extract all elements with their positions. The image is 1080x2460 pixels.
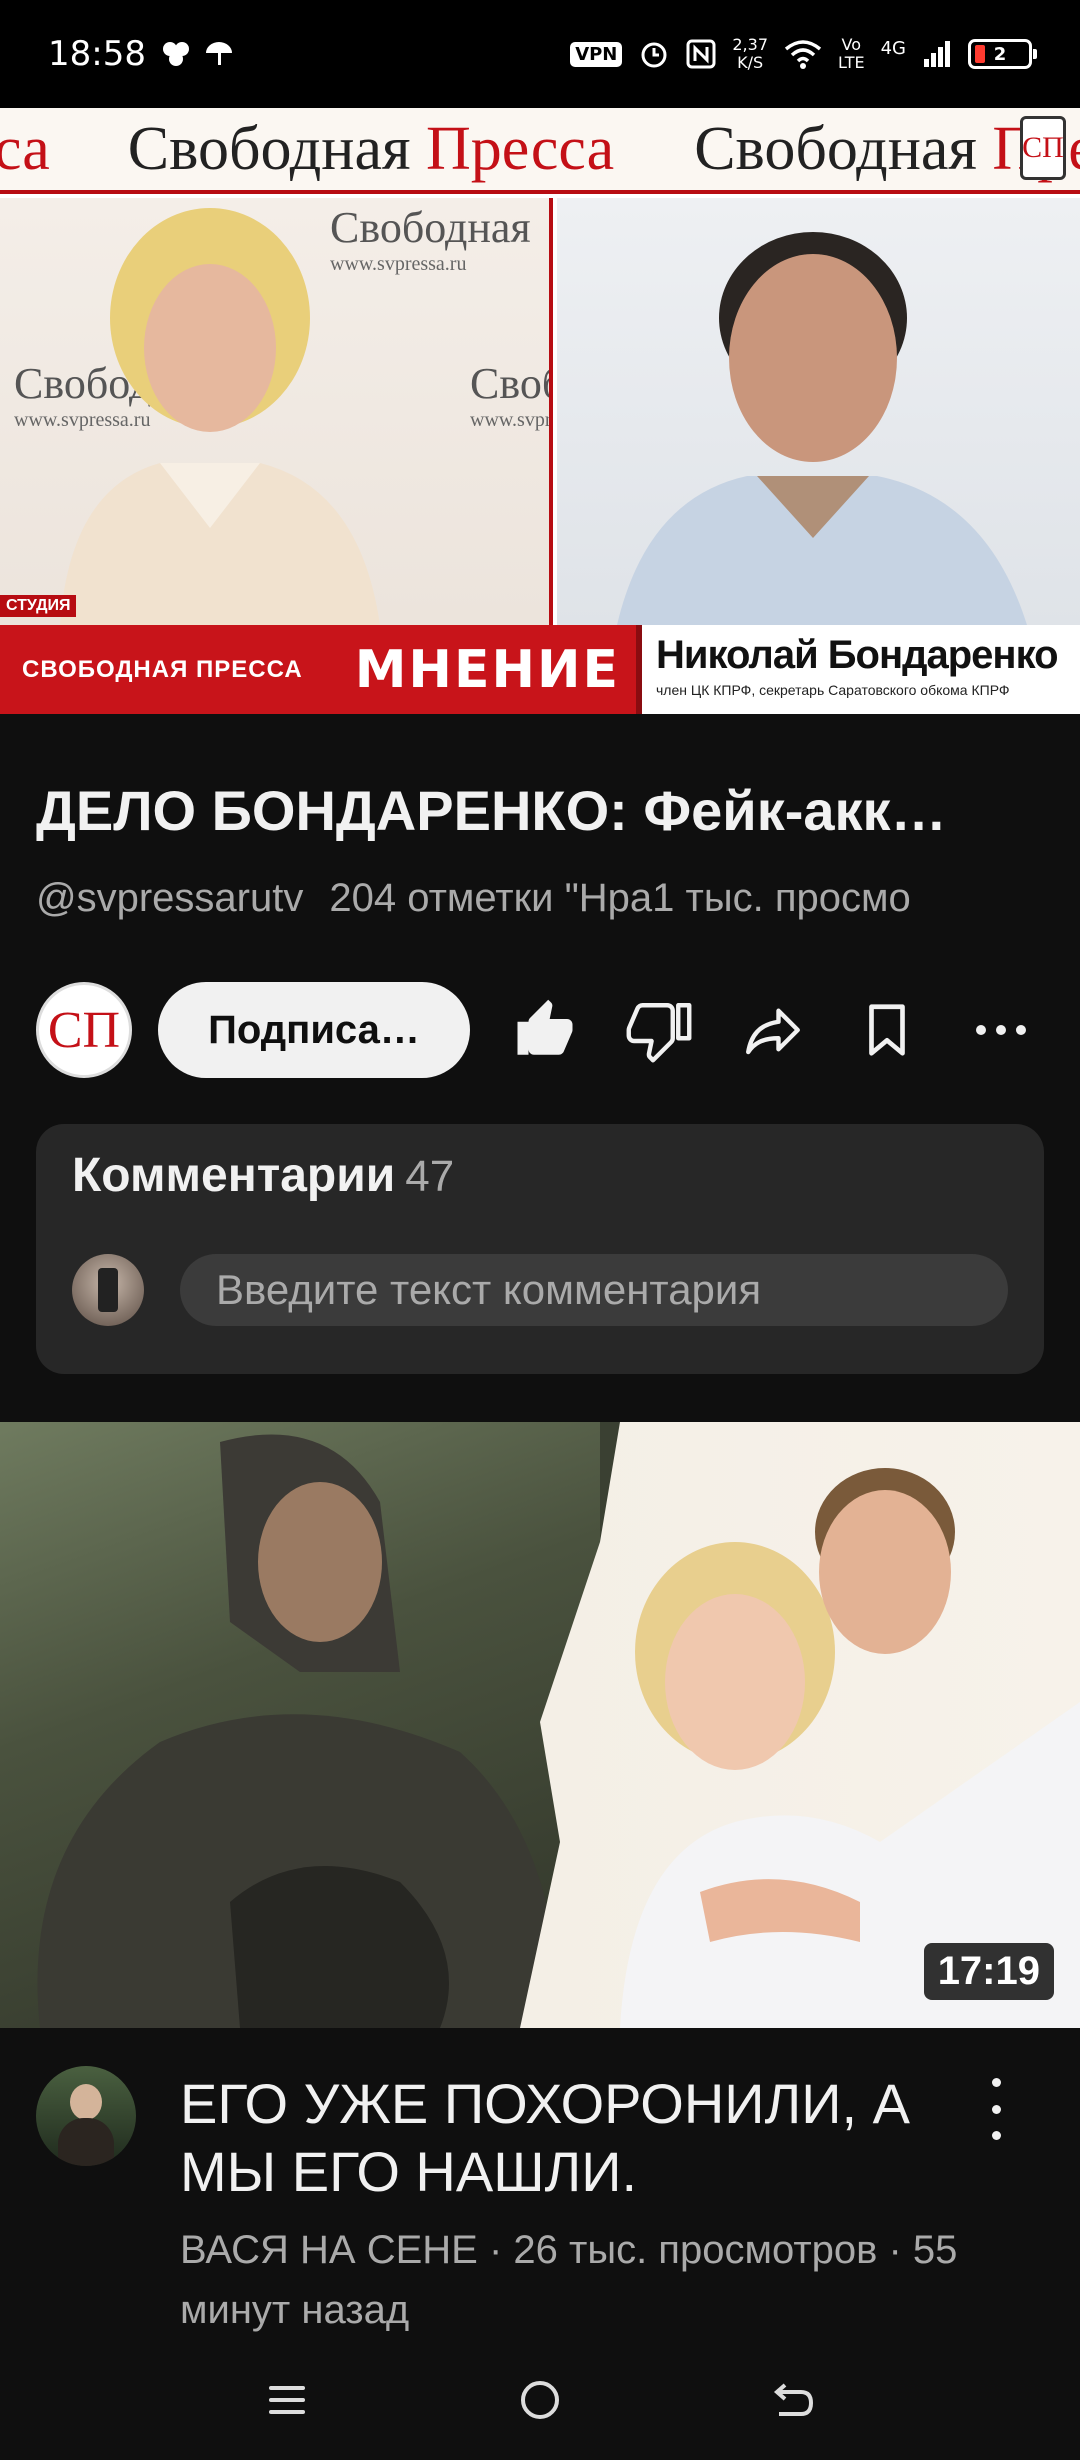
nav-back-button[interactable] [753,2360,833,2440]
status-left-icons [160,39,234,69]
video-player[interactable]: са Свободная Пресса Свободная Пресса СП … [0,108,1080,714]
lower-third: СВОБОДНАЯ ПРЕССА МНЕНИЕ Николай Бондарен… [0,625,1080,714]
back-icon [774,2383,814,2416]
comments-count: 47 [405,1152,455,1201]
comments-card[interactable]: Комментарии 47 Введите текст комментария [36,1124,1044,1374]
wifi-icon [784,40,822,69]
next-video-title[interactable]: ЕГО УЖЕ ПОХОРОНИЛИ, А МЫ ЕГО НАШЛИ. [180,2070,980,2206]
dot [991,2078,1001,2087]
video-title[interactable]: ДЕЛО БОНДАРЕНКО: Фейк-акк… [36,778,1046,843]
volte-bottom: LTE [838,53,865,72]
thumbs-up-icon [517,999,573,1055]
banner-item: са [0,114,50,183]
next-video-more-button[interactable] [976,2074,1016,2144]
user-avatar [72,1254,144,1326]
vpn-badge: VPN [570,41,623,67]
channel-label: СВОБОДНАЯ ПРЕССА [22,655,303,683]
network-speed: 2,37 K/S [732,36,768,72]
comments-title: Комментарии [72,1149,396,1202]
comment-input[interactable]: Введите текст комментария [180,1254,1008,1326]
speed-unit: K/S [737,53,764,72]
dislike-button[interactable] [620,991,698,1069]
volte-top: Vo [841,35,862,54]
guest-figure [617,232,1027,625]
channel-logo: СП [1020,116,1066,180]
nav-menu-button[interactable] [247,2360,327,2440]
like-button[interactable] [506,991,584,1069]
channel-handle[interactable]: @svpressarutv [36,876,303,921]
next-video-thumbnail[interactable]: 17:19 [0,1422,1080,2028]
guest-name: Николай Бондаренко [656,633,1059,677]
dot [991,2104,1001,2114]
flower-icon [162,42,189,66]
studio-panel: Свободная www.svpressa.ru Свободная www.sv… [0,198,553,625]
player-banner: са Свободная Пресса Свободная Пресса [0,108,1080,194]
guest-role: член ЦК КПРФ, секретарь Саратовского обк… [656,682,1010,698]
menu-icon [268,2386,305,2414]
next-video-meta[interactable]: ВАСЯ НА СЕНЕ · 26 тыс. просмотров · 55 м… [180,2220,980,2340]
more-horizontal-icon [976,1025,1026,1035]
home-icon [520,2381,559,2419]
video-meta[interactable]: @svpressarutv 204 отметки "Нра 1 тыс. пр… [36,876,1080,921]
studio-tag: СТУДИЯ [0,595,77,617]
volte-label: Vo LTE [838,36,865,72]
lower-third-red: СВОБОДНАЯ ПРЕССА МНЕНИЕ [0,625,636,714]
dot [991,2131,1001,2140]
subscribe-button[interactable]: Подписа… [158,982,470,1078]
view-count: 1 тыс. просмо [652,876,911,920]
channel-avatar[interactable]: СП [36,982,132,1078]
video-duration: 17:19 [923,1943,1054,2000]
hooded-figure [37,1434,560,2028]
system-nav-bar [0,2340,1080,2460]
save-button[interactable] [848,991,926,1069]
next-video-channel-avatar[interactable] [36,2066,136,2166]
alarm-icon [641,42,667,68]
host-figure [60,208,380,625]
signal-icon [924,41,950,67]
network-type: 4G [880,38,906,59]
like-count: 204 отметки "Нра [329,876,653,920]
segment-label: МНЕНИЕ [354,639,621,700]
thumbs-down-icon [626,1003,692,1063]
nav-home-button[interactable] [500,2360,580,2440]
guest-caption: Николай Бондаренко член ЦК КПРФ, секрета… [636,625,1080,714]
more-actions-button[interactable] [962,991,1040,1069]
status-bar: 18:58 VPN 2,37 K/S Vo LTE 4G 2 [0,0,1080,108]
bookmark-icon [869,1004,905,1056]
status-right: VPN 2,37 K/S Vo LTE 4G 2 [570,36,1037,72]
couple-figure [620,1468,1080,2028]
umbrella-icon [205,42,232,65]
battery-level: 2 [993,43,1007,65]
status-time: 18:58 [48,34,146,74]
speed-value: 2,37 [732,35,768,54]
action-row: СП Подписа… [36,980,1056,1080]
comments-header: Комментарии 47 [72,1148,454,1203]
guest-panel [557,198,1080,625]
watermark: Свободнаяwww.svpressa.ru [470,359,552,431]
nfc-icon [686,39,716,69]
share-icon [746,1008,800,1055]
banner-item: Свободная Пресса [127,114,615,183]
battery-icon: 2 [968,39,1037,69]
share-button[interactable] [734,991,812,1069]
